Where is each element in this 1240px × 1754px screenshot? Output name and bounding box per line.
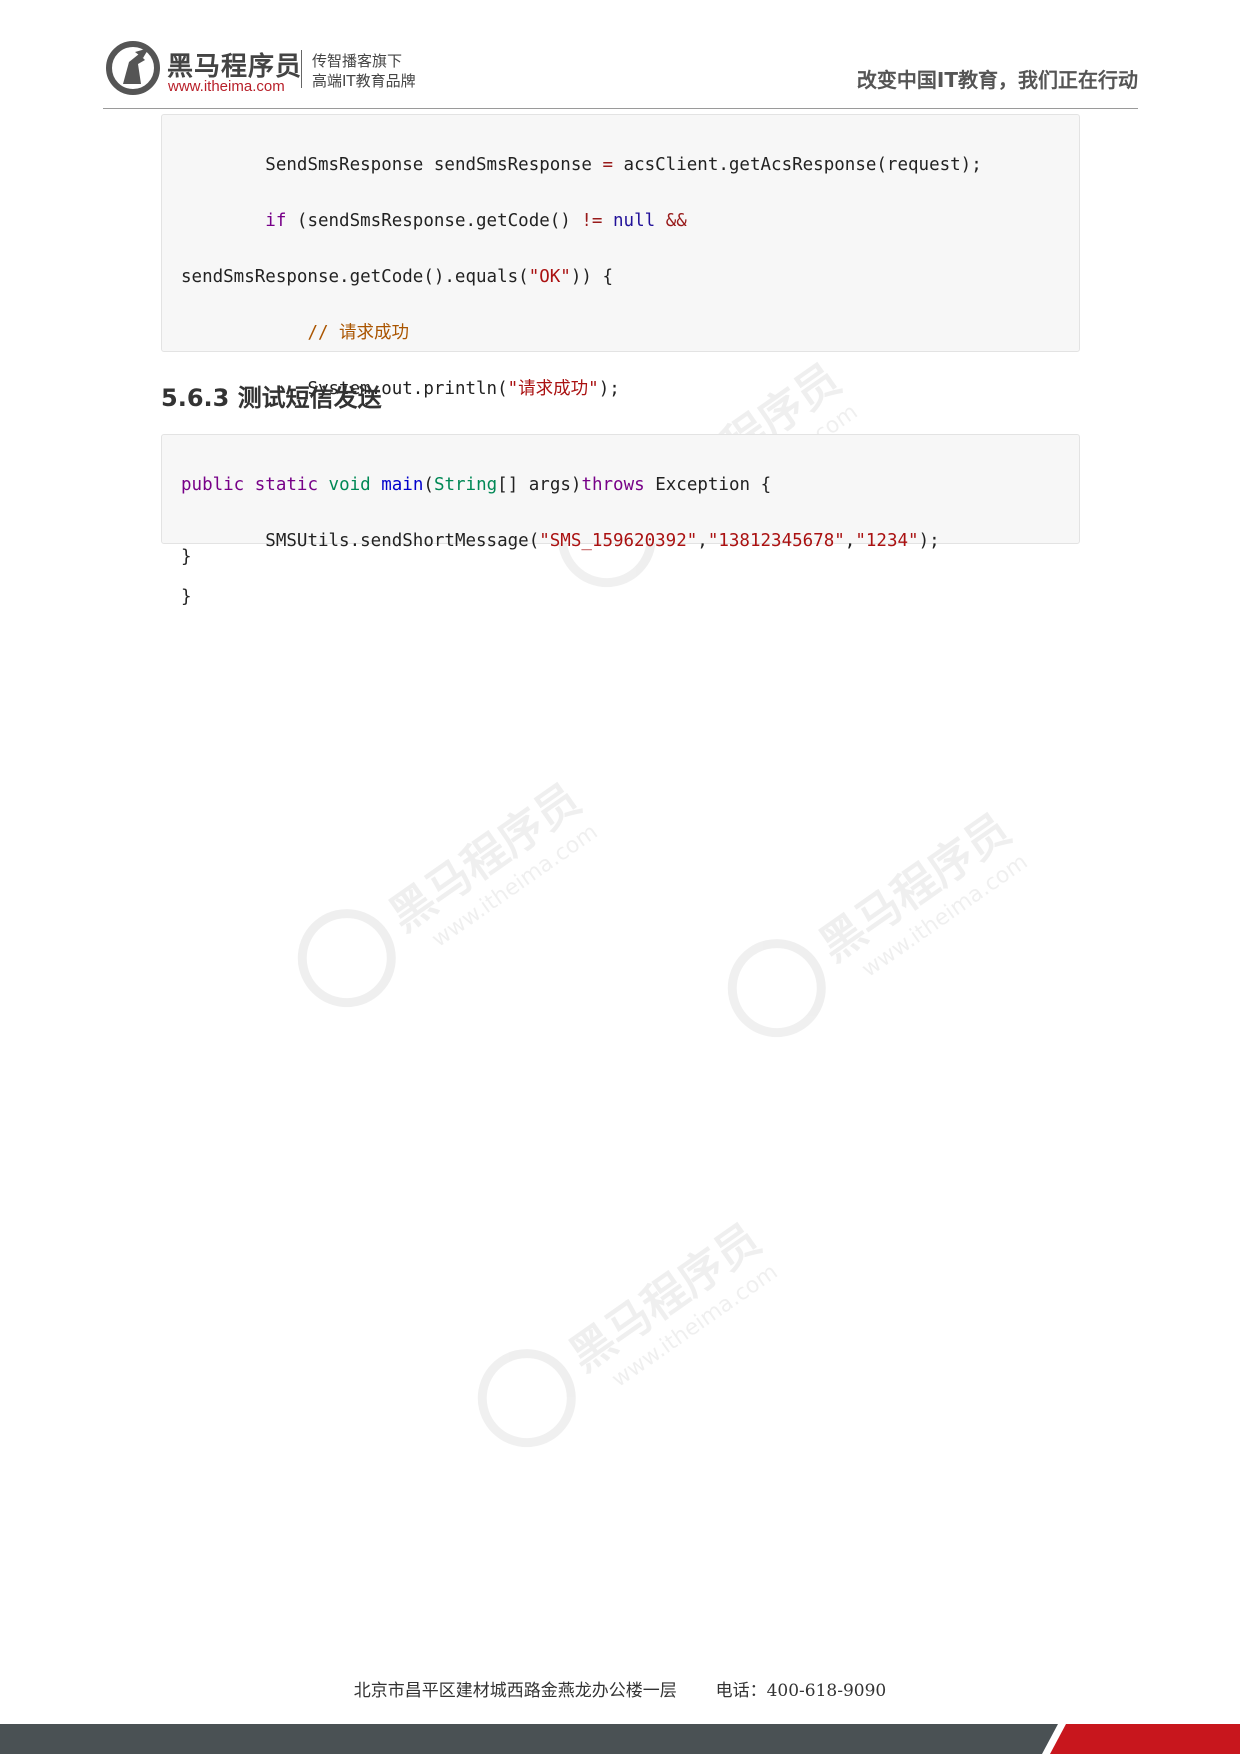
watermark: 黑马程序员 www.itheima.com xyxy=(278,765,605,1027)
code-line: public static void main(String[] args)th… xyxy=(181,475,772,495)
brand-slogan-line1: 传智播客旗下 xyxy=(312,52,403,70)
section-heading: 5.6.3 测试短信发送 xyxy=(161,384,382,412)
watermark-logo-icon xyxy=(458,1329,596,1467)
watermark-logo-icon xyxy=(278,889,416,1027)
code-line: SendSmsResponse sendSmsResponse = acsCli… xyxy=(265,155,982,175)
code-line: } xyxy=(181,587,192,607)
horse-logo-icon xyxy=(106,41,160,95)
code-block: public static void main(String[] args)th… xyxy=(161,434,1080,607)
footer-address: 北京市昌平区建材城西路金燕龙办公楼一层 xyxy=(353,1681,677,1701)
code-block: SendSmsResponse sendSmsResponse = acsCli… xyxy=(161,114,1080,567)
footer-bar xyxy=(0,1724,1240,1754)
header-tagline: 改变中国IT教育，我们正在行动 xyxy=(856,68,1138,92)
brand-slogan-line2: 高端IT教育品牌 xyxy=(312,72,416,90)
code-line: // 请求成功 xyxy=(181,319,1060,347)
code-line: SMSUtils.sendShortMessage("SMS_159620392… xyxy=(265,531,940,551)
watermark: 黑马程序员 www.itheima.com xyxy=(458,1205,785,1467)
page-footer-text: 北京市昌平区建材城西路金燕龙办公楼一层 电话：400-618-9090 xyxy=(0,1676,1240,1701)
code-comment: // 请求成功 xyxy=(307,323,410,343)
page-header: 黑马程序员 www.itheima.com 传智播客旗下 高端IT教育品牌 改变… xyxy=(103,36,1138,109)
code-line: if (sendSmsResponse.getCode() != null && xyxy=(265,211,687,231)
footer-phone: 电话：400-618-9090 xyxy=(715,1681,887,1701)
watermark: 黑马程序员 www.itheima.com xyxy=(708,795,1035,1057)
brand-url: www.itheima.com xyxy=(168,78,285,95)
watermark-logo-icon xyxy=(708,919,846,1057)
code-line: sendSmsResponse.getCode().equals("OK")) … xyxy=(181,267,613,287)
brand-divider xyxy=(301,50,302,88)
